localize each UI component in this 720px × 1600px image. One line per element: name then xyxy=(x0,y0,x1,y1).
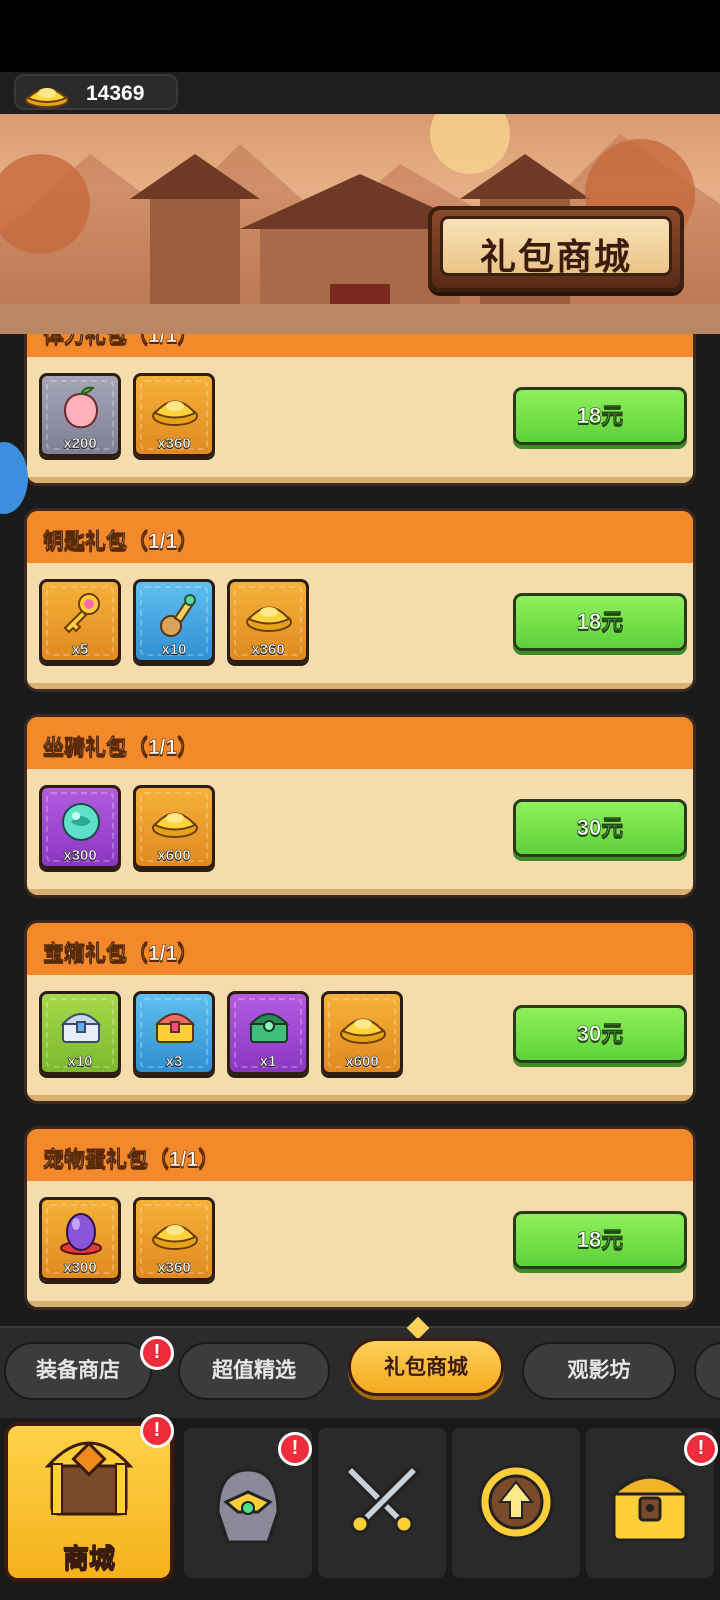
upgrade-arrow-icon xyxy=(478,1464,554,1540)
nav-upgrade[interactable] xyxy=(452,1428,580,1578)
pack-header: 坐骑礼包（1/1） xyxy=(27,717,693,769)
pack-header: 宝箱礼包（1/1） xyxy=(27,923,693,975)
pack-body: x200 x360 18元 xyxy=(27,357,693,483)
tab-label: 超值精选 xyxy=(212,1359,296,1382)
nav-battle[interactable] xyxy=(318,1428,446,1578)
gold-ingot-icon xyxy=(25,88,69,108)
treasure-chest-icon xyxy=(610,1475,690,1542)
buy-button[interactable]: 18元 xyxy=(513,1211,687,1269)
shop-tabs: 装备商店 ! 超值精选 礼包商城 观影坊 xyxy=(0,1316,720,1418)
nav-badge: ! xyxy=(140,1414,174,1448)
gift-pack-card: 宝箱礼包（1/1） x10 x3 x1 x600 30元 xyxy=(24,920,696,1104)
hero-helmet-icon xyxy=(216,1468,280,1544)
reward-item[interactable]: x600 xyxy=(133,785,215,869)
gift-pack-list[interactable]: 体力礼包（1/1） x200 x360 18元 钥匙礼包（1/1） x5 x10… xyxy=(0,334,720,1326)
gold-key-icon xyxy=(160,594,196,637)
shop-chest-icon xyxy=(44,1441,134,1516)
gold-ingot-icon xyxy=(152,1224,198,1250)
gift-pack-card: 体力礼包（1/1） x200 x360 18元 xyxy=(24,334,696,486)
key-icon xyxy=(63,593,100,634)
pack-title: 体力礼包（1/1） xyxy=(43,334,199,347)
pack-body: x5 x10 x360 18元 xyxy=(27,563,693,689)
reward-item[interactable]: x300 xyxy=(39,785,121,869)
tab-label: 观影坊 xyxy=(567,1359,631,1382)
pack-header: 体力礼包（1/1） xyxy=(27,334,693,357)
nav-label: 商城 xyxy=(62,1543,115,1574)
gold-ingot-icon xyxy=(152,812,198,838)
item-count: x300 xyxy=(63,1259,97,1277)
gold-ingot-icon xyxy=(152,400,198,426)
reward-item[interactable]: x360 xyxy=(227,579,309,663)
tab-gift-pack-mall[interactable]: 礼包商城 xyxy=(348,1338,504,1396)
buy-button[interactable]: 30元 xyxy=(513,1005,687,1063)
shop-banner: 礼包商城 xyxy=(0,114,720,334)
pack-title: 宠物蛋礼包（1/1） xyxy=(43,1148,220,1172)
pack-body: x10 x3 x1 x600 30元 xyxy=(27,975,693,1101)
gold-amount: 14369 xyxy=(86,82,145,105)
reward-item[interactable]: x300 xyxy=(39,1197,121,1281)
buy-button[interactable]: 18元 xyxy=(513,387,687,445)
item-count: x600 xyxy=(157,847,191,865)
gold-ingot-icon xyxy=(246,606,292,632)
tab-equipment-shop[interactable]: 装备商店 xyxy=(4,1342,152,1400)
gift-pack-card: 钥匙礼包（1/1） x5 x10 x360 18元 xyxy=(24,508,696,692)
gift-pack-card: 宠物蛋礼包（1/1） x300 x360 18元 xyxy=(24,1126,696,1310)
currency-bar: 14369 xyxy=(0,72,720,114)
pack-body: x300 x360 18元 xyxy=(27,1181,693,1307)
nav-badge: ! xyxy=(684,1432,718,1466)
tab-label: 礼包商城 xyxy=(384,1356,468,1379)
reward-item[interactable]: x1 xyxy=(227,991,309,1075)
banner-title-plate: 礼包商城 xyxy=(428,206,684,292)
item-count: x360 xyxy=(157,435,191,453)
item-count: x10 xyxy=(161,641,187,659)
peach-icon xyxy=(64,386,98,429)
pack-title: 坐骑礼包（1/1） xyxy=(43,736,199,760)
item-count: x200 xyxy=(63,435,97,453)
item-count: x3 xyxy=(165,1053,183,1071)
buy-button[interactable]: 18元 xyxy=(513,593,687,651)
nav-badge: ! xyxy=(278,1432,312,1466)
pack-body: x300 x600 30元 xyxy=(27,769,693,895)
item-count: x1 xyxy=(259,1053,277,1071)
pack-title: 宝箱礼包（1/1） xyxy=(43,942,199,966)
reward-item[interactable]: x360 xyxy=(133,1197,215,1281)
reward-item[interactable]: x360 xyxy=(133,373,215,457)
gold-ingot-icon xyxy=(340,1018,386,1044)
gold-chest-icon xyxy=(154,1013,196,1043)
reward-item[interactable]: x600 xyxy=(321,991,403,1075)
tab-more[interactable] xyxy=(694,1342,720,1400)
tab-value-picks[interactable]: 超值精选 xyxy=(178,1342,330,1400)
crossed-swords-icon xyxy=(343,1463,421,1534)
tab-cinema[interactable]: 观影坊 xyxy=(522,1342,676,1400)
banner-title: 礼包商城 xyxy=(479,236,632,277)
gift-pack-card: 坐骑礼包（1/1） x300 x600 30元 xyxy=(24,714,696,898)
bottom-nav: 商城 ! ! ! xyxy=(0,1414,720,1600)
tab-label: 装备商店 xyxy=(36,1359,120,1382)
item-count: x5 xyxy=(71,641,89,659)
pack-title: 钥匙礼包（1/1） xyxy=(43,530,199,554)
item-count: x360 xyxy=(157,1259,191,1277)
status-bar xyxy=(0,0,720,72)
item-count: x360 xyxy=(251,641,285,659)
item-count: x600 xyxy=(345,1053,379,1071)
reward-item[interactable]: x5 xyxy=(39,579,121,663)
pet-egg-icon xyxy=(60,1213,102,1255)
gold-balance[interactable]: 14369 xyxy=(14,74,178,110)
buy-button[interactable]: 30元 xyxy=(513,799,687,857)
item-count: x300 xyxy=(63,847,97,865)
item-count: x10 xyxy=(67,1053,93,1071)
jade-chest-icon xyxy=(248,1013,290,1043)
silver-chest-icon xyxy=(60,1013,102,1043)
reward-item[interactable]: x200 xyxy=(39,373,121,457)
reward-item[interactable]: x3 xyxy=(133,991,215,1075)
mount-orb-icon xyxy=(62,803,100,841)
reward-item[interactable]: x10 xyxy=(39,991,121,1075)
tab-badge: ! xyxy=(140,1336,174,1370)
pack-header: 钥匙礼包（1/1） xyxy=(27,511,693,563)
reward-item[interactable]: x10 xyxy=(133,579,215,663)
pack-header: 宠物蛋礼包（1/1） xyxy=(27,1129,693,1181)
